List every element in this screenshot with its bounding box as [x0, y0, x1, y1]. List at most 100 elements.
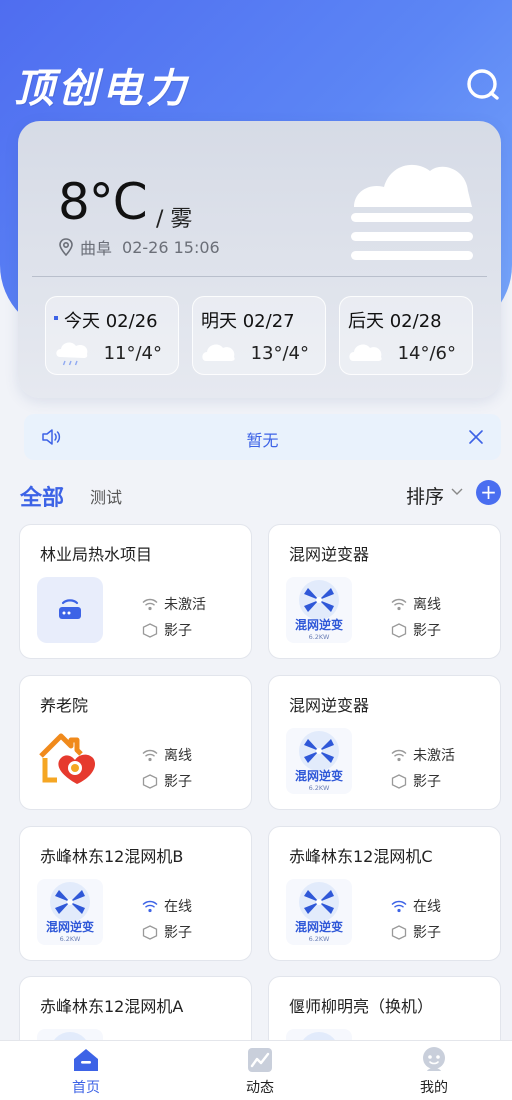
chart-icon	[248, 1048, 272, 1072]
weather-divider	[32, 276, 487, 277]
shadow-icon	[391, 773, 407, 789]
nav-dynamics[interactable]: 动态	[220, 1047, 300, 1097]
wifi-icon	[391, 749, 407, 761]
inverter-logo: 混网逆变 6.2KW	[286, 577, 352, 643]
nav-home[interactable]: 首页	[46, 1047, 126, 1097]
device-name: 混网逆变器	[289, 545, 370, 564]
device-status-label: 离线	[164, 748, 192, 764]
notice-bar: 暂无	[24, 414, 501, 460]
cloud-icon	[349, 344, 382, 361]
device-status: 离线	[391, 594, 441, 614]
device-thumbnail: 混网逆变 6.2KW	[286, 577, 352, 643]
device-shadow-label: 影子	[164, 925, 192, 941]
device-name: 赤峰林东12混网机B	[40, 847, 184, 866]
wifi-icon	[142, 598, 158, 610]
today-indicator	[54, 316, 58, 320]
notice-text: 暂无	[246, 431, 279, 450]
home-icon	[74, 1049, 98, 1071]
weather-card: 8°C / 雾 曲阜 02-26 15:06 今天 02/26 11°/4° 明…	[18, 121, 501, 398]
device-shadow: 影子	[142, 620, 192, 640]
router-icon	[59, 599, 81, 619]
wifi-icon	[142, 749, 158, 761]
nav-home-label: 首页	[72, 1080, 100, 1096]
device-status: 未激活	[391, 745, 455, 765]
forecast-tomorrow: 明天 02/27 13°/4°	[192, 296, 326, 375]
current-temperature: 8°C	[58, 173, 148, 231]
device-shadow: 影子	[391, 771, 441, 791]
bottom-nav: 首页 动态 我的	[0, 1040, 512, 1100]
device-shadow-label: 影子	[413, 925, 441, 941]
device-thumbnail: 混网逆变 6.2KW	[37, 879, 103, 945]
device-name: 林业局热水项目	[40, 545, 153, 564]
nav-profile[interactable]: 我的	[394, 1047, 474, 1097]
search-icon	[467, 69, 499, 100]
tab-test[interactable]: 测试	[90, 484, 122, 508]
inverter-power: 6.2KW	[60, 935, 81, 943]
inverter-logo: 混网逆变 6.2KW	[286, 728, 352, 794]
profile-icon	[423, 1047, 445, 1071]
device-name: 偃师柳明亮（换机）	[289, 997, 434, 1016]
forecast-day-label: 今天 02/26	[64, 311, 158, 332]
device-name: 养老院	[40, 696, 89, 715]
device-status: 离线	[142, 745, 192, 765]
wifi-icon	[391, 598, 407, 610]
device-shadow-label: 影子	[413, 774, 441, 790]
inverter-power: 6.2KW	[309, 935, 330, 943]
device-status-label: 未激活	[413, 748, 455, 764]
device-status-label: 离线	[413, 597, 441, 613]
shadow-icon	[142, 773, 158, 789]
chevron-down-icon[interactable]	[450, 487, 464, 497]
device-thumbnail: 混网逆变 6.2KW	[286, 879, 352, 945]
device-status-label: 在线	[164, 899, 192, 915]
device-card[interactable]: 赤峰林东12混网机B 混网逆变 6.2KW 在线 影子	[19, 826, 252, 961]
shadow-icon	[391, 924, 407, 940]
device-name: 赤峰林东12混网机A	[40, 997, 184, 1016]
sort-button[interactable]: 排序	[406, 482, 444, 509]
device-card[interactable]: 赤峰林东12混网机C 混网逆变 6.2KW 在线 影子	[268, 826, 501, 961]
cloud-icon	[202, 344, 235, 361]
search-button[interactable]	[464, 66, 502, 104]
close-icon[interactable]	[467, 428, 485, 446]
device-card[interactable]: 养老院 离线 影子	[19, 675, 252, 810]
forecast-day-label: 明天 02/27	[201, 311, 295, 332]
device-shadow: 影子	[391, 922, 441, 942]
device-name: 混网逆变器	[289, 696, 370, 715]
device-card[interactable]: 林业局热水项目 未激活 影子	[19, 524, 252, 659]
device-shadow: 影子	[142, 771, 192, 791]
weather-condition: / 雾	[156, 207, 193, 232]
device-shadow-label: 影子	[164, 623, 192, 639]
shadow-icon	[391, 622, 407, 638]
device-thumbnail	[37, 577, 103, 643]
nav-dynamics-label: 动态	[246, 1080, 274, 1096]
forecast-temp-range: 14°/6°	[397, 343, 456, 364]
device-shadow: 影子	[142, 922, 192, 942]
location-row: 曲阜 02-26 15:06	[58, 235, 220, 259]
inverter-title: 混网逆变	[295, 768, 343, 783]
device-shadow-label: 影子	[413, 623, 441, 639]
device-card[interactable]: 混网逆变器 混网逆变 6.2KW 未激活 影子	[268, 675, 501, 810]
device-status: 未激活	[142, 594, 206, 614]
device-status-label: 未激活	[164, 597, 206, 613]
device-thumbnail: 混网逆变 6.2KW	[286, 728, 352, 794]
wifi-icon	[391, 900, 407, 912]
device-status-label: 在线	[413, 899, 441, 915]
rain-cloud-icon	[56, 342, 88, 366]
device-card[interactable]: 混网逆变器 混网逆变 6.2KW 离线 影子	[268, 524, 501, 659]
shadow-icon	[142, 622, 158, 638]
weather-datetime: 02-26 15:06	[122, 237, 220, 257]
inverter-logo: 混网逆变 6.2KW	[37, 879, 103, 945]
tab-all[interactable]: 全部	[20, 480, 64, 512]
device-shadow: 影子	[391, 620, 441, 640]
nav-profile-label: 我的	[420, 1080, 448, 1096]
forecast-temp-range: 13°/4°	[250, 343, 309, 364]
forecast-today: 今天 02/26 11°/4°	[45, 296, 179, 375]
device-status: 在线	[391, 896, 441, 916]
device-status: 在线	[142, 896, 192, 916]
forecast-day-label: 后天 02/28	[348, 311, 442, 332]
forecast-day-after: 后天 02/28 14°/6°	[339, 296, 473, 375]
location-pin-icon	[59, 238, 73, 256]
add-device-button[interactable]: +	[476, 480, 501, 505]
elderly-home-logo	[39, 733, 96, 784]
inverter-power: 6.2KW	[309, 633, 330, 641]
inverter-title: 混网逆变	[46, 919, 94, 934]
